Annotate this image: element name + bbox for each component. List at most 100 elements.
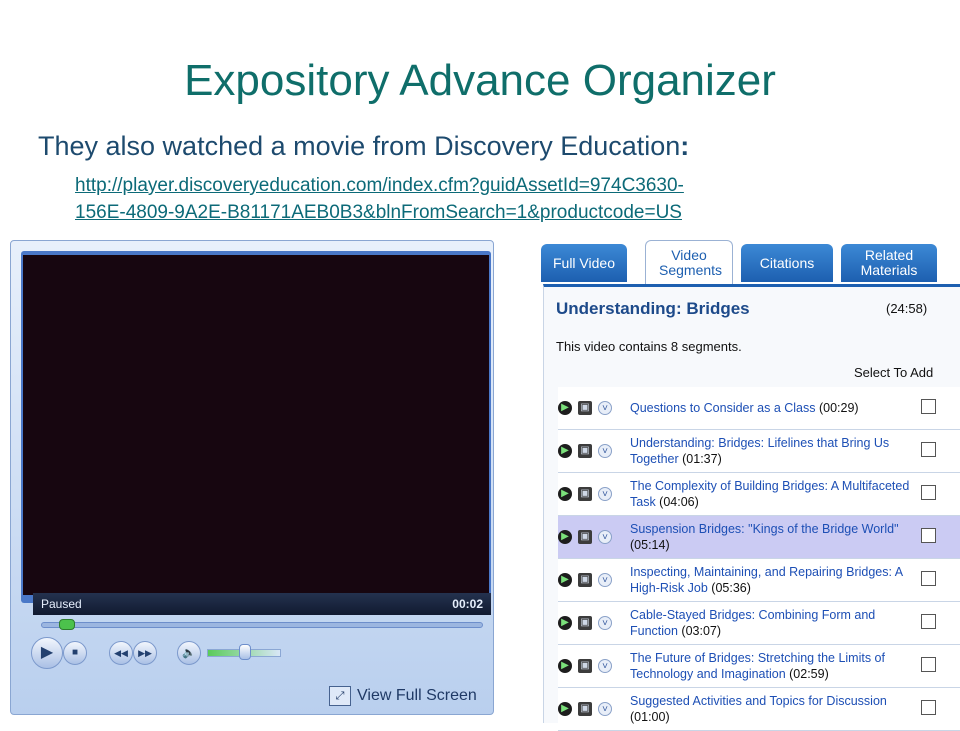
segment-text: Cable-Stayed Bridges: Combining Form and…	[630, 607, 910, 639]
save-icon[interactable]: ▣	[578, 401, 592, 415]
segment-duration: (00:29)	[815, 401, 859, 415]
tab-video-segments[interactable]: Video Segments	[645, 240, 733, 285]
save-icon[interactable]: ▣	[578, 702, 592, 716]
segment-row[interactable]: ▶ ▣ ˅ Understanding: Bridges: Lifelines tha…	[558, 430, 960, 473]
segment-row[interactable]: ▶ ▣ ˅ Inspecting, Maintaining, and Repairin…	[558, 559, 960, 602]
fullscreen-icon: ⤢	[329, 686, 351, 706]
fullscreen-label: View Full Screen	[357, 687, 477, 705]
segment-text: Suspension Bridges: "Kings of the Bridge…	[630, 521, 910, 553]
save-icon[interactable]: ▣	[578, 487, 592, 501]
segment-title-link[interactable]: Inspecting, Maintaining, and Repairing B…	[630, 565, 902, 595]
panel-tabs: Full Video Video Segments Citations Rela…	[535, 236, 960, 285]
play-icon[interactable]: ▶	[558, 401, 572, 415]
segment-text: Suggested Activities and Topics for Disc…	[630, 693, 910, 725]
intro-sentence: They also watched a movie from Discovery…	[38, 131, 681, 161]
segment-row[interactable]: ▶ ▣ ˅ Cable-Stayed Bridges: Combining Form …	[558, 602, 960, 645]
save-icon[interactable]: ▣	[578, 573, 592, 587]
volume-thumb[interactable]	[239, 644, 251, 660]
chevron-down-icon[interactable]: ˅	[598, 530, 612, 544]
next-icon[interactable]: ▶▶	[133, 641, 157, 665]
seek-bar[interactable]	[33, 617, 491, 631]
segment-row[interactable]: ▶ ▣ ˅ Suggested Activities and Topics for D…	[558, 688, 960, 731]
tab-related-materials[interactable]: Related Materials	[841, 244, 937, 282]
play-icon[interactable]: ▶	[558, 487, 572, 501]
save-icon[interactable]: ▣	[578, 616, 592, 630]
tab-full-video[interactable]: Full Video	[541, 244, 627, 282]
segment-text: Understanding: Bridges: Lifelines that B…	[630, 435, 910, 467]
intro-text: They also watched a movie from Discovery…	[38, 131, 689, 162]
tab-citations[interactable]: Citations	[741, 244, 833, 282]
select-to-add-header: Select To Add	[854, 365, 934, 380]
segment-row[interactable]: ▶ ▣ ˅ Suspension Bridges: "Kings of the Bri…	[558, 516, 960, 559]
play-icon[interactable]: ▶	[558, 573, 572, 587]
segment-list: ▶ ▣ ˅ Questions to Consider as a Class (00:…	[558, 387, 960, 731]
video-link[interactable]: http://player.discoveryeducation.com/ind…	[75, 172, 875, 226]
segment-text: Questions to Consider as a Class (00:29)	[630, 400, 910, 416]
segment-row[interactable]: ▶ ▣ ˅ The Future of Bridges: Stretching the…	[558, 645, 960, 688]
segment-title-link[interactable]: Cable-Stayed Bridges: Combining Form and…	[630, 608, 875, 638]
fullscreen-button[interactable]: ⤢ View Full Screen	[329, 686, 477, 710]
segment-title-link[interactable]: Understanding: Bridges: Lifelines that B…	[630, 436, 889, 466]
chevron-down-icon[interactable]: ˅	[598, 487, 612, 501]
segment-select-checkbox[interactable]	[921, 528, 936, 543]
stop-icon[interactable]: ■	[63, 641, 87, 665]
video-length: (24:58)	[886, 301, 928, 316]
segment-duration: (02:59)	[785, 667, 829, 681]
seek-thumb[interactable]	[59, 619, 75, 630]
chevron-down-icon[interactable]: ˅	[598, 616, 612, 630]
player-controls: ▶ ■ ◀◀ ▶▶ 🔈	[31, 633, 491, 673]
video-screen[interactable]	[23, 255, 489, 595]
chevron-down-icon[interactable]: ˅	[598, 444, 612, 458]
segment-title-link[interactable]: Suspension Bridges: "Kings of the Bridge…	[630, 522, 899, 536]
player-status: Paused	[41, 597, 82, 611]
play-icon[interactable]: ▶	[558, 659, 572, 673]
tab-related-materials-label: Related Materials	[860, 247, 918, 278]
slide-title: Expository Advance Organizer	[184, 56, 776, 105]
segment-row[interactable]: ▶ ▣ ˅ Questions to Consider as a Class (00:…	[558, 387, 960, 430]
play-icon[interactable]: ▶	[558, 616, 572, 630]
play-icon[interactable]: ▶	[558, 702, 572, 716]
previous-icon[interactable]: ◀◀	[109, 641, 133, 665]
segment-title-link[interactable]: Questions to Consider as a Class	[630, 401, 816, 415]
segment-select-checkbox[interactable]	[921, 442, 936, 457]
segment-text: The Future of Bridges: Stretching the Li…	[630, 650, 910, 682]
video-link-line-1[interactable]: http://player.discoveryeducation.com/ind…	[75, 175, 684, 196]
speaker-icon[interactable]: 🔈	[177, 641, 201, 665]
play-icon[interactable]: ▶	[31, 637, 63, 669]
segments-content: Understanding: Bridges (24:58) This vide…	[543, 284, 960, 731]
segment-row[interactable]: ▶ ▣ ˅ The Complexity of Building Bridges: A…	[558, 473, 960, 516]
segment-duration: (01:37)	[678, 452, 722, 466]
segment-select-checkbox[interactable]	[921, 399, 936, 414]
play-icon[interactable]: ▶	[558, 444, 572, 458]
segment-duration: (04:06)	[655, 495, 699, 509]
save-icon[interactable]: ▣	[578, 530, 592, 544]
segment-duration: (01:00)	[630, 710, 670, 724]
play-icon[interactable]: ▶	[558, 530, 572, 544]
segments-panel: Full Video Video Segments Citations Rela…	[535, 236, 960, 731]
video-link-line-2[interactable]: 156E-4809-9A2E-B81171AEB0B3&blnFromSearc…	[75, 202, 682, 223]
chevron-down-icon[interactable]: ˅	[598, 573, 612, 587]
intro-colon: :	[680, 131, 690, 161]
save-icon[interactable]: ▣	[578, 659, 592, 673]
media-player: Paused 00:02 ▶ ■ ◀◀ ▶▶ 🔈 ⤢ View Full Scre…	[10, 240, 494, 715]
segment-duration: (03:07)	[677, 624, 722, 638]
segment-duration: (05:14)	[630, 538, 670, 552]
save-icon[interactable]: ▣	[578, 444, 592, 458]
segment-select-checkbox[interactable]	[921, 571, 936, 586]
segment-count: This video contains 8 segments.	[556, 339, 742, 354]
segment-select-checkbox[interactable]	[921, 485, 936, 500]
segment-text: The Complexity of Building Bridges: A Mu…	[630, 478, 910, 510]
segment-duration: (05:36)	[707, 581, 751, 595]
segment-title-link[interactable]: The Future of Bridges: Stretching the Li…	[630, 651, 885, 681]
chevron-down-icon[interactable]: ˅	[598, 659, 612, 673]
segment-select-checkbox[interactable]	[921, 614, 936, 629]
segment-select-checkbox[interactable]	[921, 700, 936, 715]
segment-select-checkbox[interactable]	[921, 657, 936, 672]
chevron-down-icon[interactable]: ˅	[598, 702, 612, 716]
segment-text: Inspecting, Maintaining, and Repairing B…	[630, 564, 910, 596]
chevron-down-icon[interactable]: ˅	[598, 401, 612, 415]
seek-track[interactable]	[41, 622, 483, 628]
player-time: 00:02	[452, 597, 483, 611]
segment-title-link[interactable]: Suggested Activities and Topics for Disc…	[630, 694, 887, 708]
player-status-bar: Paused 00:02	[33, 593, 491, 615]
